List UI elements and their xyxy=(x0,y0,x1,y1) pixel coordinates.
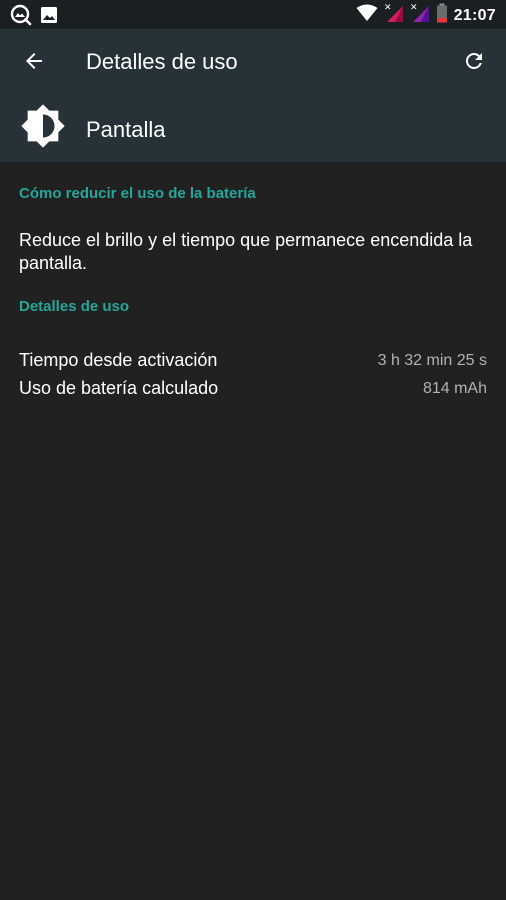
page-title: Detalles de uso xyxy=(86,49,238,74)
usage-row-label: Uso de batería calculado xyxy=(19,378,219,398)
battery-icon xyxy=(436,3,448,28)
wifi-icon xyxy=(356,4,378,27)
image-icon xyxy=(40,6,58,29)
back-button[interactable] xyxy=(14,43,54,83)
app-name: Pantalla xyxy=(86,117,166,142)
usage-row-label: Tiempo desde activación xyxy=(19,350,218,370)
signal-1-icon: ✕ xyxy=(384,3,404,28)
status-bar: ✕ ✕ 21:07 xyxy=(0,0,506,29)
usage-section-title: Detalles de uso xyxy=(19,298,130,315)
refresh-button[interactable] xyxy=(454,43,494,83)
arrow-back-icon xyxy=(22,49,46,78)
refresh-icon xyxy=(462,49,486,78)
clock: 21:07 xyxy=(453,6,496,24)
signal-2-icon: ✕ xyxy=(410,3,430,28)
system-icons: ✕ ✕ 21:07 xyxy=(356,3,496,28)
toolbar: Detalles de uso xyxy=(0,29,506,95)
tips-section-title: Cómo reducir el uso de la batería xyxy=(19,185,256,202)
tips-text: Reduce el brillo y el tiempo que permane… xyxy=(19,230,473,273)
svg-text:✕: ✕ xyxy=(384,3,392,13)
usage-row: Uso de batería calculado 814 mAh xyxy=(19,378,487,404)
usage-row-value: 814 mAh xyxy=(422,380,487,397)
photo-search-icon xyxy=(10,4,32,31)
usage-row-value: 3 h 32 min 25 s xyxy=(377,352,487,369)
app-header: Pantalla xyxy=(0,97,506,161)
notification-icons xyxy=(10,4,58,31)
brightness-icon xyxy=(20,103,66,149)
usage-row: Tiempo desde activación 3 h 32 min 25 s xyxy=(19,350,487,376)
svg-text:✕: ✕ xyxy=(410,3,418,13)
app-bar: Detalles de uso Pantalla xyxy=(0,29,506,162)
